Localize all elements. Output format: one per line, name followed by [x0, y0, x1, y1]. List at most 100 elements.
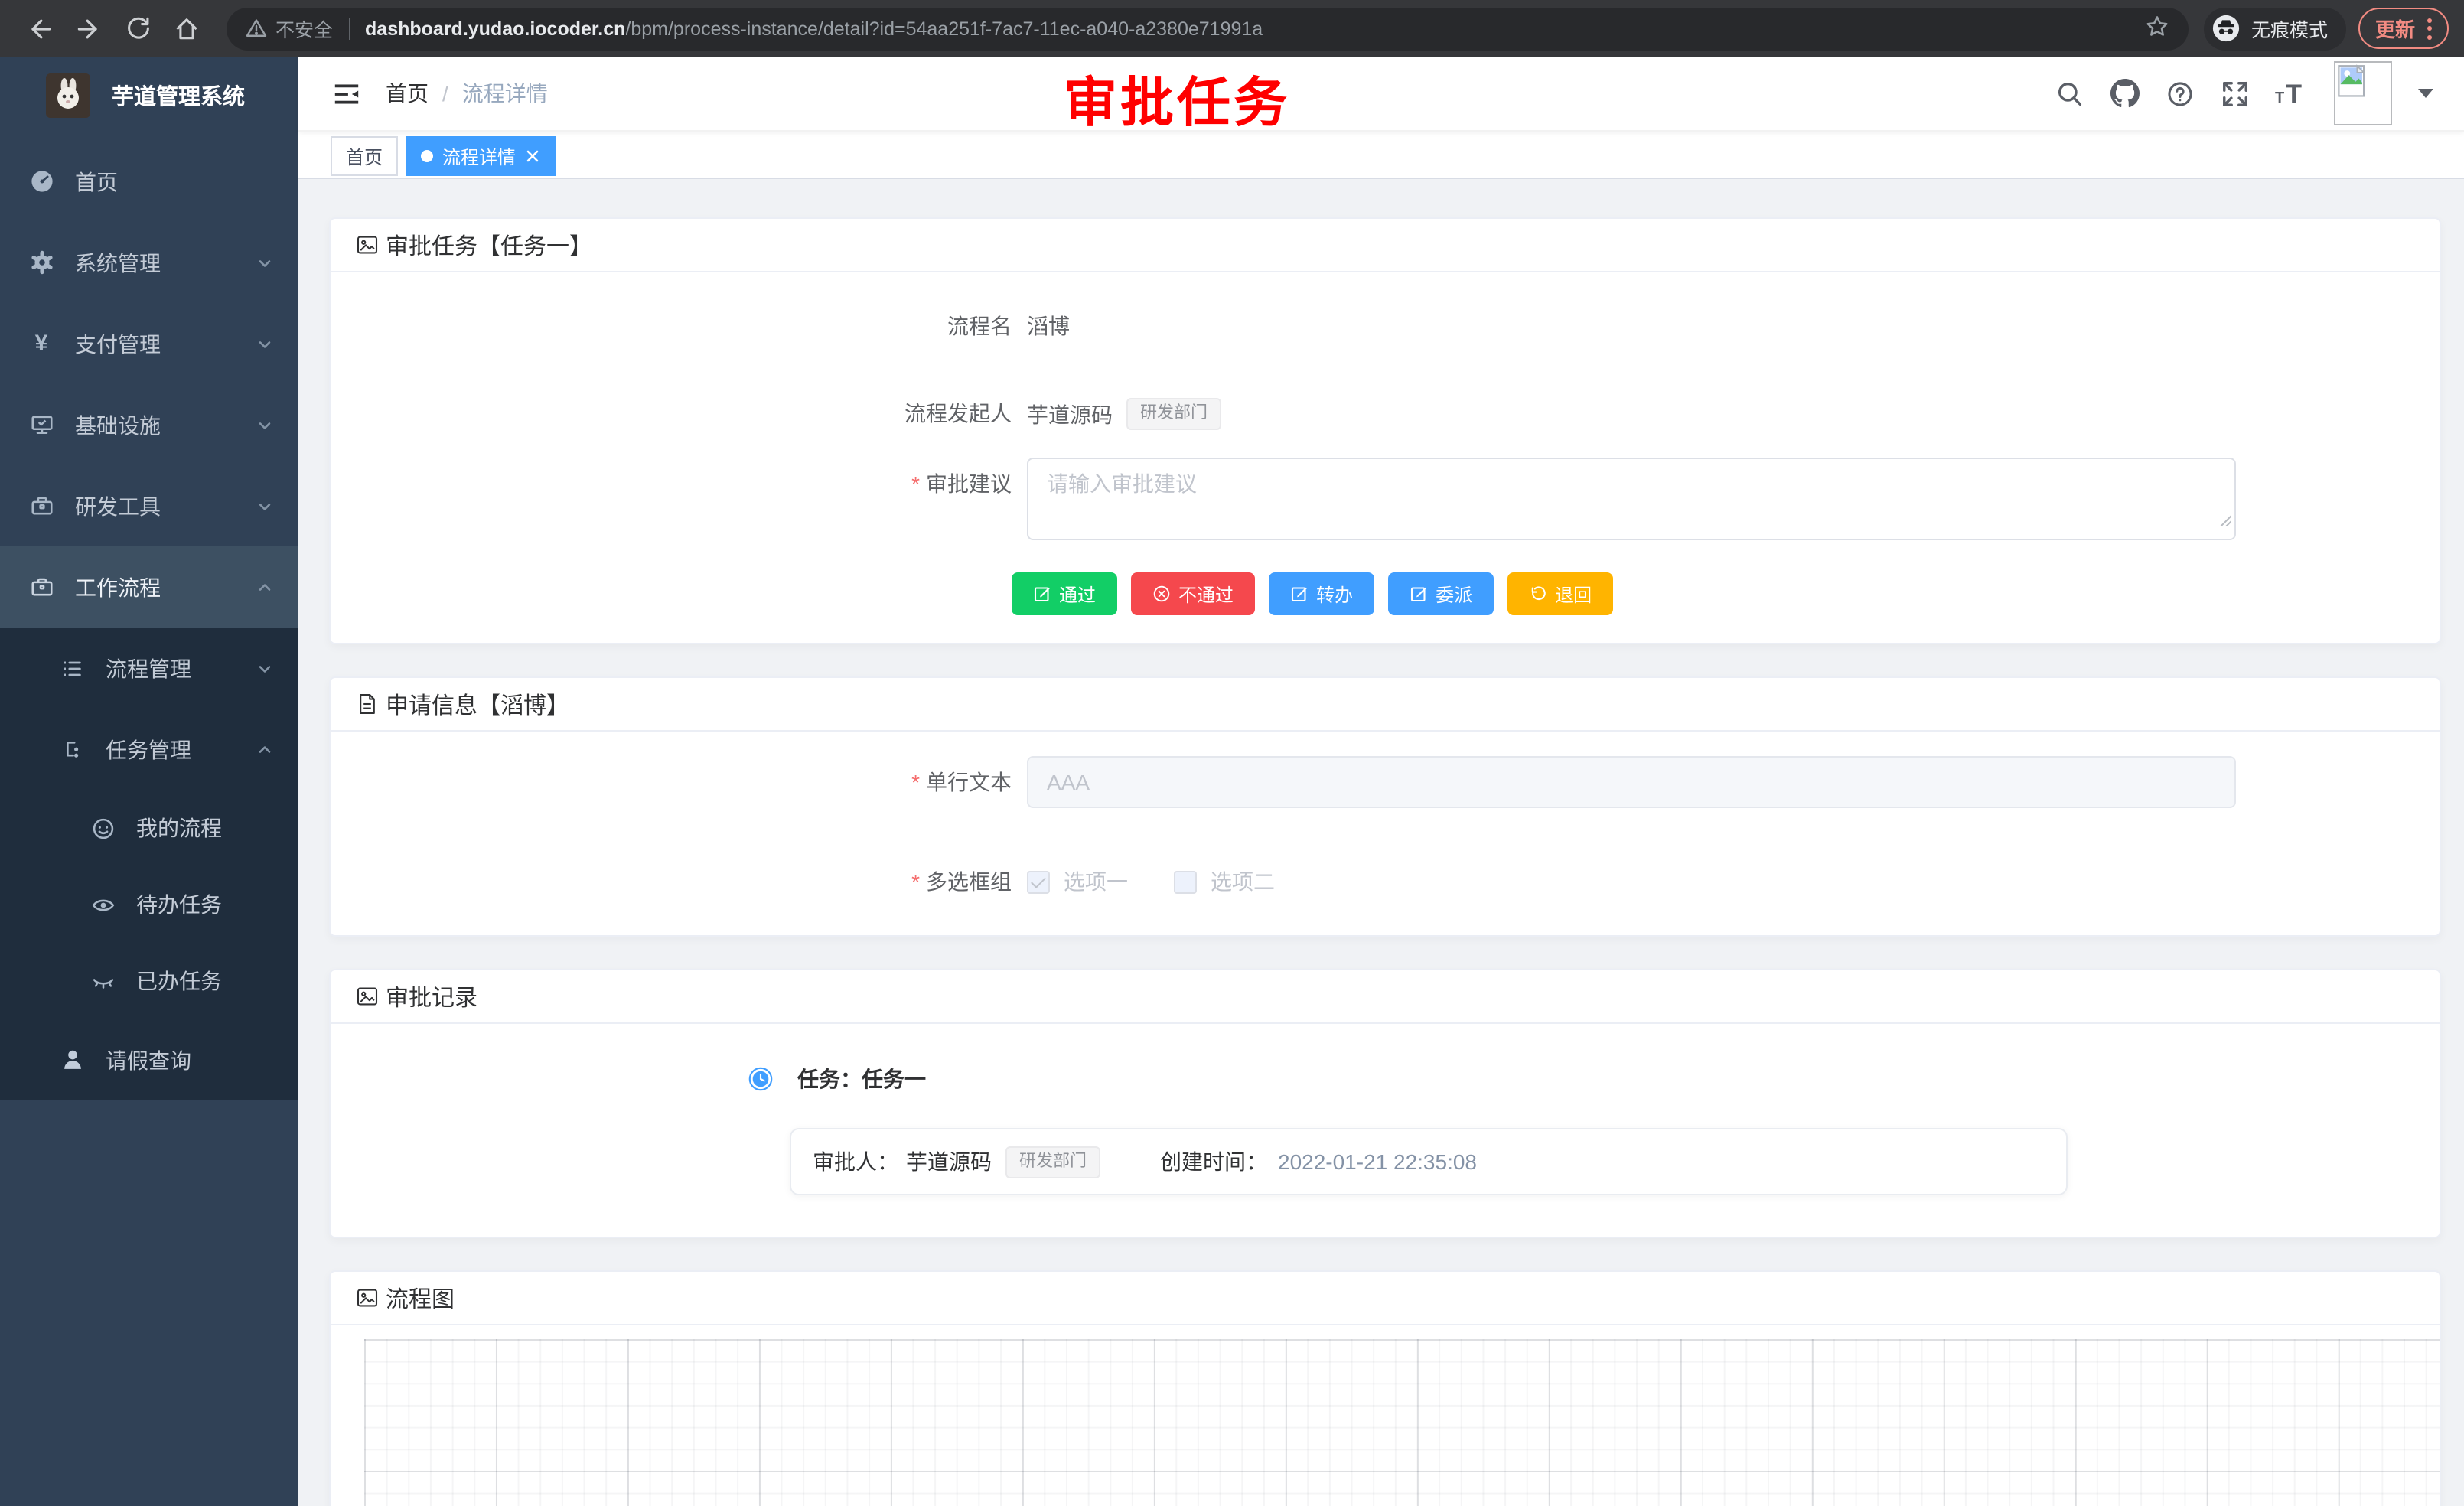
- sidebar-item-label: 系统管理: [75, 247, 161, 278]
- screen: 不安全 dashboard.yudao.iocoder.cn /bpm/proc…: [0, 0, 2464, 1506]
- dept-tag: 研发部门: [1005, 1146, 1100, 1178]
- card-title: 审批任务【任务一】: [386, 229, 592, 261]
- person-icon: [58, 1046, 86, 1074]
- transfer-button[interactable]: 转办: [1269, 572, 1374, 615]
- sidebar-item-label: 任务管理: [106, 734, 191, 764]
- bookmark-star-icon[interactable]: [2129, 13, 2170, 44]
- header-actions: TT: [2055, 61, 2433, 126]
- required-marker: *: [911, 770, 920, 794]
- reject-button[interactable]: 不通过: [1131, 572, 1255, 615]
- sidebar-item-infra[interactable]: 基础设施: [0, 384, 298, 465]
- timeline-task-title: 任务：任务一: [797, 1064, 926, 1094]
- action-buttons: 通过 不通过 转办 委: [1012, 572, 2440, 615]
- font-size-icon[interactable]: TT: [2275, 80, 2302, 106]
- sidebar-menu: 首页 系统管理 ¥ 支付管理: [0, 141, 298, 1100]
- github-icon[interactable]: [2110, 79, 2139, 108]
- approval-records-card: 审批记录 任务：任务一 审批人： 芋道源码 研发部门: [329, 969, 2441, 1238]
- dept-tag: 研发部门: [1126, 398, 1221, 430]
- sidebar-item-done-tasks[interactable]: 已办任务: [0, 943, 298, 1019]
- resize-grip-icon[interactable]: [2219, 507, 2231, 534]
- tab-home[interactable]: 首页: [331, 136, 398, 176]
- edit-icon: [1033, 585, 1051, 603]
- field-label: 流程名: [331, 311, 1012, 341]
- url-separator: [348, 18, 350, 39]
- sidebar-item-label: 已办任务: [136, 966, 222, 996]
- delegate-button[interactable]: 委派: [1388, 572, 1494, 615]
- sidebar-item-home[interactable]: 首页: [0, 141, 298, 222]
- chevron-down-icon: [256, 416, 274, 434]
- sidebar-item-label: 基础设施: [75, 409, 161, 440]
- incognito-badge: 无痕模式: [2204, 7, 2346, 50]
- bpmn-canvas[interactable]: [364, 1339, 2440, 1506]
- browser-menu-icon[interactable]: [2427, 18, 2432, 39]
- tab-process-detail[interactable]: 流程详情: [406, 136, 556, 176]
- app-logo-row[interactable]: 芋道管理系统: [0, 57, 298, 133]
- single-text-row: *单行文本 AAA: [331, 756, 2440, 808]
- process-name-value: 滔博: [1027, 311, 1070, 341]
- field-label: 流程发起人: [331, 398, 1012, 429]
- sidebar-item-devtools[interactable]: 研发工具: [0, 465, 298, 546]
- sidebar-item-todo-tasks[interactable]: 待办任务: [0, 866, 298, 943]
- url-path: /bpm/process-instance/detail?id=54aa251f…: [625, 18, 1263, 39]
- approver-record-card: 审批人： 芋道源码 研发部门 创建时间： 2022-01-21 22:35:08: [790, 1128, 2068, 1195]
- initiator-value: 芋道源码: [1027, 399, 1113, 429]
- breadcrumb: 首页 / 流程详情: [386, 78, 548, 109]
- browser-forward-icon[interactable]: [69, 8, 109, 48]
- sidebar-item-label: 支付管理: [75, 328, 161, 359]
- sidebar-item-process-mgmt[interactable]: 流程管理: [0, 628, 298, 709]
- edit-icon: [1410, 585, 1428, 603]
- timeline-item: 任务：任务一: [748, 1064, 2440, 1094]
- process-name-row: 流程名 滔博: [331, 311, 2440, 341]
- breadcrumb-current: 流程详情: [462, 78, 548, 109]
- initiator-row: 流程发起人 芋道源码 研发部门: [331, 398, 2440, 430]
- chevron-down-icon: [256, 659, 274, 677]
- sidebar-collapse-icon[interactable]: [332, 79, 361, 108]
- tab-close-icon[interactable]: [525, 148, 540, 164]
- field-label: 单行文本: [926, 770, 1012, 794]
- avatar[interactable]: [2334, 61, 2392, 126]
- browser-home-icon[interactable]: [167, 8, 207, 48]
- sidebar-item-my-process[interactable]: 我的流程: [0, 790, 298, 866]
- briefcase-icon: [28, 573, 55, 601]
- sidebar-item-system[interactable]: 系统管理: [0, 222, 298, 303]
- face-icon: [89, 814, 116, 842]
- suggestion-textarea[interactable]: [1027, 458, 2236, 540]
- browser-update-button[interactable]: 更新: [2358, 8, 2449, 49]
- address-bar[interactable]: 不安全 dashboard.yudao.iocoder.cn /bpm/proc…: [227, 7, 2189, 50]
- sidebar-item-leave-query[interactable]: 请假查询: [0, 1019, 298, 1100]
- sidebar-item-workflow[interactable]: 工作流程: [0, 546, 298, 628]
- browser-toolbar: 不安全 dashboard.yudao.iocoder.cn /bpm/proc…: [0, 0, 2464, 57]
- help-icon[interactable]: [2165, 79, 2194, 108]
- update-label: 更新: [2375, 14, 2415, 43]
- sidebar: 芋道管理系统 首页 系统管理 ¥: [0, 57, 298, 1506]
- picture-icon: [355, 984, 380, 1009]
- dashboard-icon: [28, 168, 55, 195]
- return-button[interactable]: 退回: [1507, 572, 1613, 615]
- security-label: 不安全: [275, 14, 333, 43]
- fullscreen-icon[interactable]: [2220, 79, 2249, 108]
- search-icon[interactable]: [2055, 79, 2084, 108]
- refresh-left-icon: [1529, 585, 1547, 603]
- tree-icon: [58, 735, 86, 763]
- tab-label: 流程详情: [442, 143, 516, 169]
- eye-closed-icon: [89, 967, 116, 995]
- warning-triangle-icon: [245, 17, 268, 40]
- sidebar-item-payment[interactable]: ¥ 支付管理: [0, 303, 298, 384]
- browser-back-icon[interactable]: [20, 8, 60, 48]
- security-warning[interactable]: 不安全: [245, 14, 333, 43]
- content-header: 首页 / 流程详情 审批任务: [298, 57, 2464, 132]
- tabs-bar: 首页 流程详情: [298, 132, 2464, 179]
- sidebar-item-task-mgmt[interactable]: 任务管理: [0, 709, 298, 790]
- breadcrumb-home[interactable]: 首页: [386, 78, 429, 109]
- field-label: 审批建议: [926, 471, 1012, 496]
- browser-reload-icon[interactable]: [118, 8, 158, 48]
- approve-button[interactable]: 通过: [1012, 572, 1117, 615]
- broken-image-icon: [2337, 64, 2371, 101]
- avatar-dropdown-caret-icon[interactable]: [2418, 89, 2433, 106]
- monitor-icon: [28, 411, 55, 438]
- created-value: 2022-01-21 22:35:08: [1278, 1149, 1477, 1174]
- workflow-submenu: 流程管理 任务管理 我的流程: [0, 628, 298, 1100]
- toolbox-icon: [28, 492, 55, 520]
- clock-node-icon: [748, 1067, 773, 1091]
- single-text-input: AAA: [1027, 756, 2236, 808]
